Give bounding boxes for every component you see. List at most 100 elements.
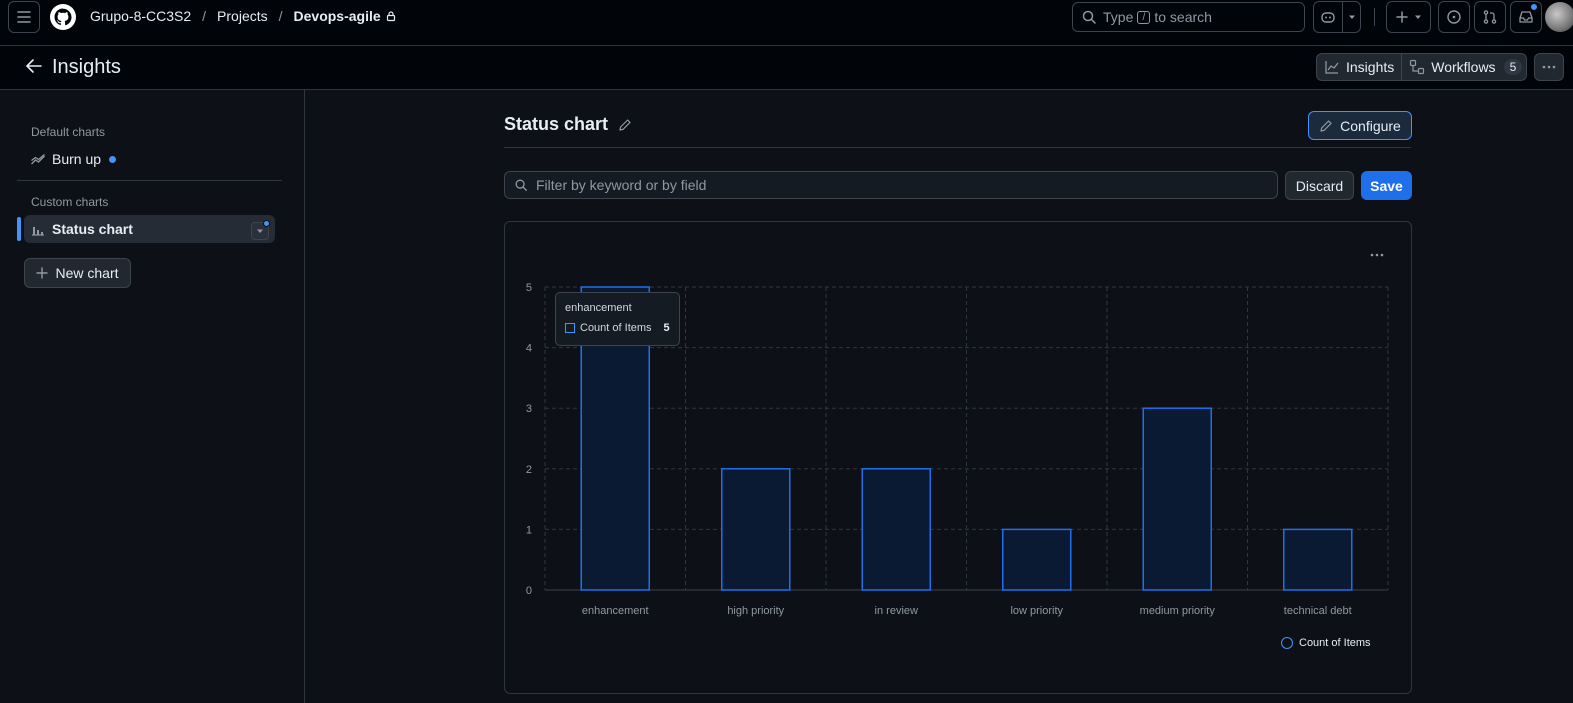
copilot-button-group (1313, 1, 1361, 33)
legend-label: Count of Items (1299, 637, 1371, 649)
hamburger-icon (17, 11, 31, 23)
x-tick-label: technical debt (1284, 605, 1352, 617)
tab-insights[interactable]: Insights (1317, 54, 1401, 80)
github-logo-icon[interactable] (47, 1, 79, 33)
insights-header: Insights Insights Workflows 5 (0, 46, 1573, 90)
git-pull-request-icon (1483, 10, 1497, 24)
breadcrumb-separator: / (202, 8, 207, 24)
tooltip-category: enhancement (565, 302, 632, 314)
configure-button[interactable]: Configure (1308, 111, 1412, 140)
y-tick-label: 2 (526, 464, 532, 476)
pencil-icon (1320, 119, 1332, 132)
bar (861, 468, 931, 591)
pull-requests-button[interactable] (1474, 1, 1506, 33)
sidebar: Default charts Burn up Custom charts Sta… (0, 90, 305, 703)
tab-workflows-label: Workflows (1431, 59, 1496, 75)
x-tick-label: high priority (727, 605, 784, 617)
avatar[interactable] (1545, 2, 1573, 32)
chart-title: Status chart (504, 114, 632, 135)
configure-label: Configure (1340, 117, 1401, 134)
tab-workflows[interactable]: Workflows 5 (1401, 54, 1529, 80)
bar (1142, 407, 1212, 591)
unsaved-changes-dot (263, 220, 270, 227)
search-suffix: to search (1154, 9, 1212, 25)
tooltip-value: 5 (663, 322, 670, 334)
pencil-icon[interactable] (618, 118, 632, 132)
lock-icon (386, 11, 395, 22)
issues-button[interactable] (1438, 1, 1470, 33)
caret-down-icon (257, 229, 263, 233)
y-tick-label: 5 (526, 282, 532, 294)
graph-icon (1325, 61, 1339, 74)
filter-placeholder: Filter by keyword or by field (536, 177, 707, 193)
default-charts-heading: Default charts (31, 125, 106, 139)
inbox-icon (1519, 11, 1533, 23)
copilot-icon (1321, 12, 1335, 23)
caret-down-icon (1415, 15, 1421, 19)
plus-icon (36, 267, 49, 279)
notification-indicator (1530, 3, 1538, 11)
y-tick-label: 4 (526, 343, 532, 355)
sidebar-item-label: Status chart (52, 221, 133, 237)
bar (1002, 528, 1072, 591)
view-switcher: Insights Workflows 5 (1316, 53, 1527, 81)
tab-insights-label: Insights (1346, 59, 1395, 75)
copilot-dropdown-button[interactable] (1342, 2, 1360, 32)
global-header: Grupo-8-CC3S2 / Projects / Devops-agile … (0, 0, 1573, 46)
chart-tooltip: enhancement Count of Items 5 (555, 292, 680, 346)
legend-marker (1281, 637, 1293, 649)
new-chart-button[interactable]: New chart (24, 258, 131, 288)
plus-icon (1396, 11, 1408, 23)
breadcrumb-projects-link[interactable]: Projects (217, 8, 268, 24)
x-tick-label: in review (875, 605, 918, 617)
search-icon (1082, 10, 1096, 24)
search-shortcut-key: / (1137, 10, 1151, 24)
more-options-button[interactable] (1534, 53, 1564, 81)
x-tick-label: enhancement (582, 605, 649, 617)
header-divider (1374, 8, 1375, 26)
chart-title-text: Status chart (504, 114, 609, 134)
chart-legend[interactable]: Count of Items (1281, 637, 1371, 649)
x-tick-label: low priority (1010, 605, 1063, 617)
search-prefix: Type (1103, 9, 1134, 25)
custom-charts-heading: Custom charts (31, 195, 109, 209)
sidebar-item-burn-up[interactable]: Burn up (24, 145, 275, 173)
bar-chart-icon (30, 221, 46, 237)
sidebar-divider (17, 180, 282, 181)
breadcrumb: Grupo-8-CC3S2 / Projects / Devops-agile (90, 8, 397, 24)
new-chart-label: New chart (55, 265, 119, 281)
workflows-count-badge: 5 (1503, 59, 1523, 75)
kebab-horizontal-icon (1542, 65, 1556, 69)
y-tick-label: 0 (526, 585, 532, 597)
burnup-icon (30, 151, 46, 167)
caret-down-icon (1348, 15, 1355, 19)
issue-opened-icon (1447, 10, 1461, 24)
breadcrumb-org-link[interactable]: Grupo-8-CC3S2 (90, 8, 191, 24)
x-tick-label: medium priority (1140, 605, 1216, 617)
create-new-button[interactable] (1386, 1, 1431, 33)
back-button[interactable] (24, 56, 44, 76)
discard-button[interactable]: Discard (1285, 171, 1354, 200)
filter-input[interactable]: Filter by keyword or by field (504, 171, 1278, 199)
y-tick-label: 3 (526, 403, 532, 415)
tooltip-series-swatch (565, 323, 575, 333)
unsaved-changes-dot (109, 155, 117, 163)
sidebar-item-label: Burn up (52, 151, 102, 167)
search-input[interactable]: Type / to search (1072, 2, 1305, 32)
tooltip-series-name: Count of Items (580, 322, 652, 334)
workflow-icon (1410, 59, 1425, 75)
arrow-left-icon (26, 59, 42, 73)
breadcrumb-separator: / (278, 8, 283, 24)
title-divider (504, 147, 1411, 148)
kebab-horizontal-icon (1370, 253, 1384, 257)
bar (1283, 528, 1353, 591)
bar (721, 468, 791, 591)
menu-button[interactable] (8, 1, 40, 33)
active-item-indicator (17, 217, 21, 241)
save-button[interactable]: Save (1361, 171, 1412, 200)
copilot-button[interactable] (1314, 2, 1342, 32)
breadcrumb-project-link[interactable]: Devops-agile (294, 8, 381, 24)
chart-menu-button[interactable] (1366, 246, 1388, 264)
page-title: Insights (52, 56, 121, 78)
sidebar-item-status-chart[interactable]: Status chart (24, 215, 275, 243)
